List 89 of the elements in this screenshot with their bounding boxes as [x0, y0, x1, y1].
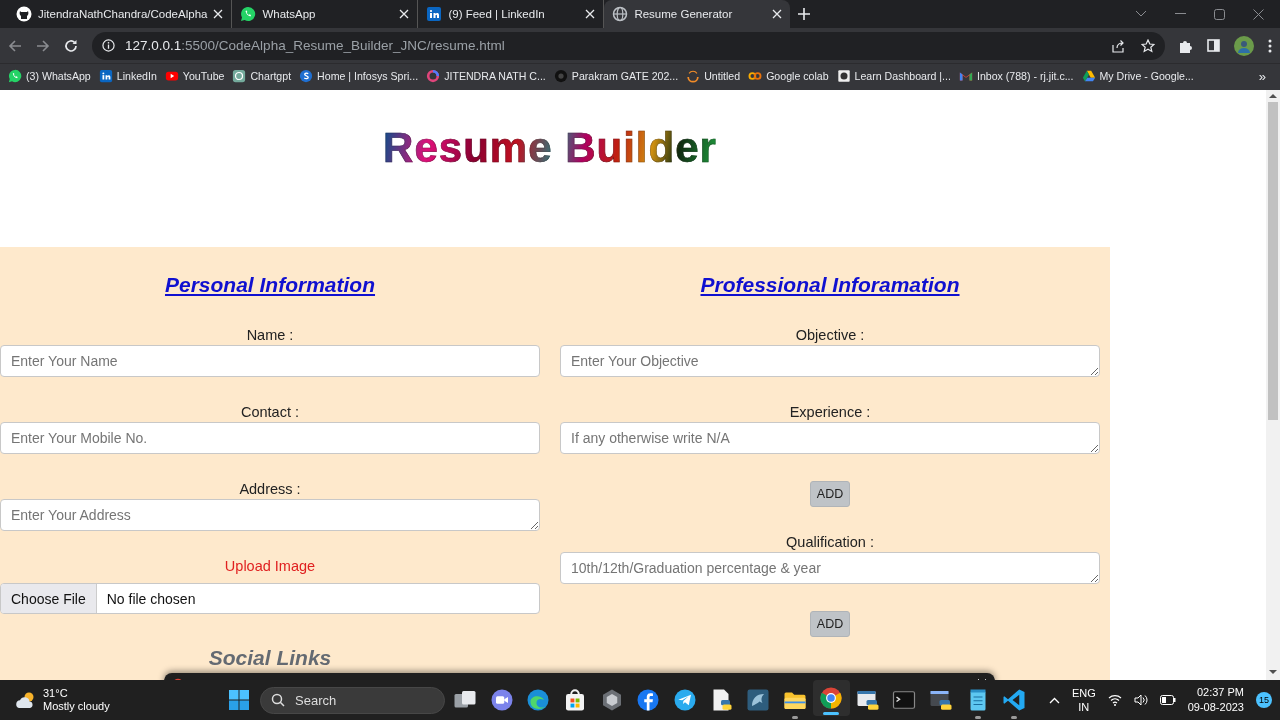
paper-plane-icon[interactable] — [672, 688, 697, 712]
section-heading[interactable]: Professional Inforamation — [700, 272, 960, 298]
temperature: 31°C — [43, 687, 69, 700]
chevron-up-icon[interactable] — [1048, 696, 1060, 704]
input-field[interactable]: Enter Your Address — [0, 499, 540, 531]
knot-logo-icon — [232, 69, 247, 83]
bookmark[interactable]: Learn Dashboard |... — [836, 69, 951, 83]
input-field[interactable]: Enter Your Name — [0, 345, 540, 377]
dark-circle-icon — [553, 69, 568, 83]
letter-logo-icon — [299, 69, 314, 83]
browser-tab[interactable]: Resume Generator — [604, 0, 791, 28]
taskbar-app[interactable] — [812, 680, 850, 716]
ring-logo-icon — [426, 69, 441, 83]
terminal-icon[interactable] — [892, 688, 917, 712]
weather-widget[interactable]: 31°C Mostly cloudy — [0, 687, 220, 713]
avatar-icon[interactable] — [1234, 35, 1254, 56]
menu-icon[interactable] — [1268, 38, 1272, 53]
field-label: Contact : — [241, 403, 299, 421]
side-panel-icon[interactable] — [1207, 39, 1220, 52]
search-field[interactable]: Search — [260, 686, 445, 714]
square-logo-icon — [426, 6, 443, 22]
window-snake-icon[interactable] — [855, 688, 880, 712]
bookmark[interactable]: Inbox (788) - rj.jit.c... — [958, 69, 1074, 83]
input-field[interactable]: If any otherwise write N/A — [560, 422, 1100, 454]
chrome-logo-icon[interactable] — [819, 686, 844, 710]
phone-bubble-icon — [240, 6, 257, 22]
clock[interactable]: 02:37 PM 09-08-2023 — [1187, 685, 1244, 715]
plus-icon[interactable] — [798, 8, 811, 20]
globe-icon — [612, 6, 629, 22]
input-field[interactable]: 10th/12th/Graduation percentage & year — [560, 552, 1100, 584]
notification-badge[interactable]: 15 — [1256, 692, 1272, 708]
field-label: Upload Image — [224, 557, 316, 575]
file-input[interactable]: Choose File No file chosen — [0, 583, 540, 614]
square-logo-icon — [98, 69, 113, 83]
windows-logo-icon[interactable] — [229, 690, 249, 710]
input-field[interactable]: Enter Your Mobile No. — [0, 422, 540, 454]
browser-tab[interactable]: WhatsApp — [232, 0, 419, 28]
more-bookmarks-button[interactable]: » — [1258, 68, 1272, 84]
rings-logo-icon — [748, 69, 763, 83]
bookmark[interactable]: YouTube — [164, 69, 225, 83]
star-icon[interactable] — [1141, 38, 1155, 53]
add-button[interactable]: ADD — [809, 611, 851, 637]
field-label: Name : — [246, 326, 294, 344]
bookmark[interactable]: Home | Infosys Spri... — [299, 69, 419, 83]
maximize-icon[interactable] — [1214, 8, 1225, 20]
field-label: Address : — [239, 480, 301, 498]
reload-icon[interactable] — [64, 38, 78, 53]
language-indicator[interactable]: ENG IN — [1071, 686, 1096, 714]
field-label: Experience : — [789, 403, 871, 421]
section-heading[interactable]: Personal Information — [165, 272, 375, 298]
octocat-icon — [16, 6, 32, 22]
wifi-icon[interactable] — [1107, 694, 1122, 706]
arc-icon — [686, 69, 701, 83]
speaker-icon[interactable] — [1133, 694, 1148, 706]
bookmark[interactable]: Parakram GATE 202... — [553, 69, 679, 83]
minimize-icon[interactable] — [1175, 13, 1186, 15]
bookmark[interactable]: My Drive - Google... — [1081, 69, 1194, 83]
weather-text: Mostly cloudy — [43, 700, 110, 713]
bookmark[interactable]: Untitled — [686, 69, 741, 83]
window-snake-icon[interactable] — [929, 688, 953, 712]
dolphin-logo-icon[interactable] — [746, 688, 771, 712]
play-icon — [164, 69, 179, 83]
battery-icon[interactable] — [1159, 695, 1176, 705]
back-arrow-icon[interactable] — [8, 38, 22, 53]
puzzle-icon[interactable] — [1179, 38, 1193, 53]
bookmark[interactable]: JITENDRA NATH C... — [426, 69, 546, 83]
input-field[interactable]: Enter Your Objective — [560, 345, 1100, 377]
browser-tab[interactable]: (9) Feed | LinkedIn — [418, 0, 605, 28]
section-heading: Social Links — [208, 646, 332, 670]
letter-f-logo-icon[interactable] — [636, 688, 661, 712]
ribbon-logo-icon[interactable] — [1002, 688, 1027, 712]
field-label: Qualification : — [786, 533, 874, 551]
browser-tab[interactable]: JitendraNathChandra/CodeAlpha — [8, 0, 233, 28]
bookmark[interactable]: LinkedIn — [98, 69, 157, 83]
bookmark[interactable]: Google colab — [748, 69, 829, 83]
video-bubble-icon[interactable] — [489, 688, 514, 712]
bookmark[interactable]: (3) WhatsApp — [8, 69, 91, 83]
info-icon[interactable] — [102, 39, 115, 52]
search-icon — [271, 693, 285, 707]
bookmark[interactable]: Chartgpt — [232, 69, 292, 83]
field-label: Objective : — [795, 326, 865, 344]
add-button[interactable]: ADD — [809, 481, 851, 507]
forward-arrow-icon[interactable] — [36, 38, 50, 53]
phone-bubble-icon — [8, 69, 22, 83]
address-bar[interactable]: 127.0.0.1:5500/CodeAlpha_Resume_Builder_JNC/resume.html — [92, 31, 1165, 60]
triangle-logo-icon — [1081, 69, 1096, 83]
wave-logo-icon[interactable] — [526, 688, 551, 712]
page-logo-icon — [836, 69, 851, 83]
share-icon[interactable] — [1111, 38, 1125, 53]
